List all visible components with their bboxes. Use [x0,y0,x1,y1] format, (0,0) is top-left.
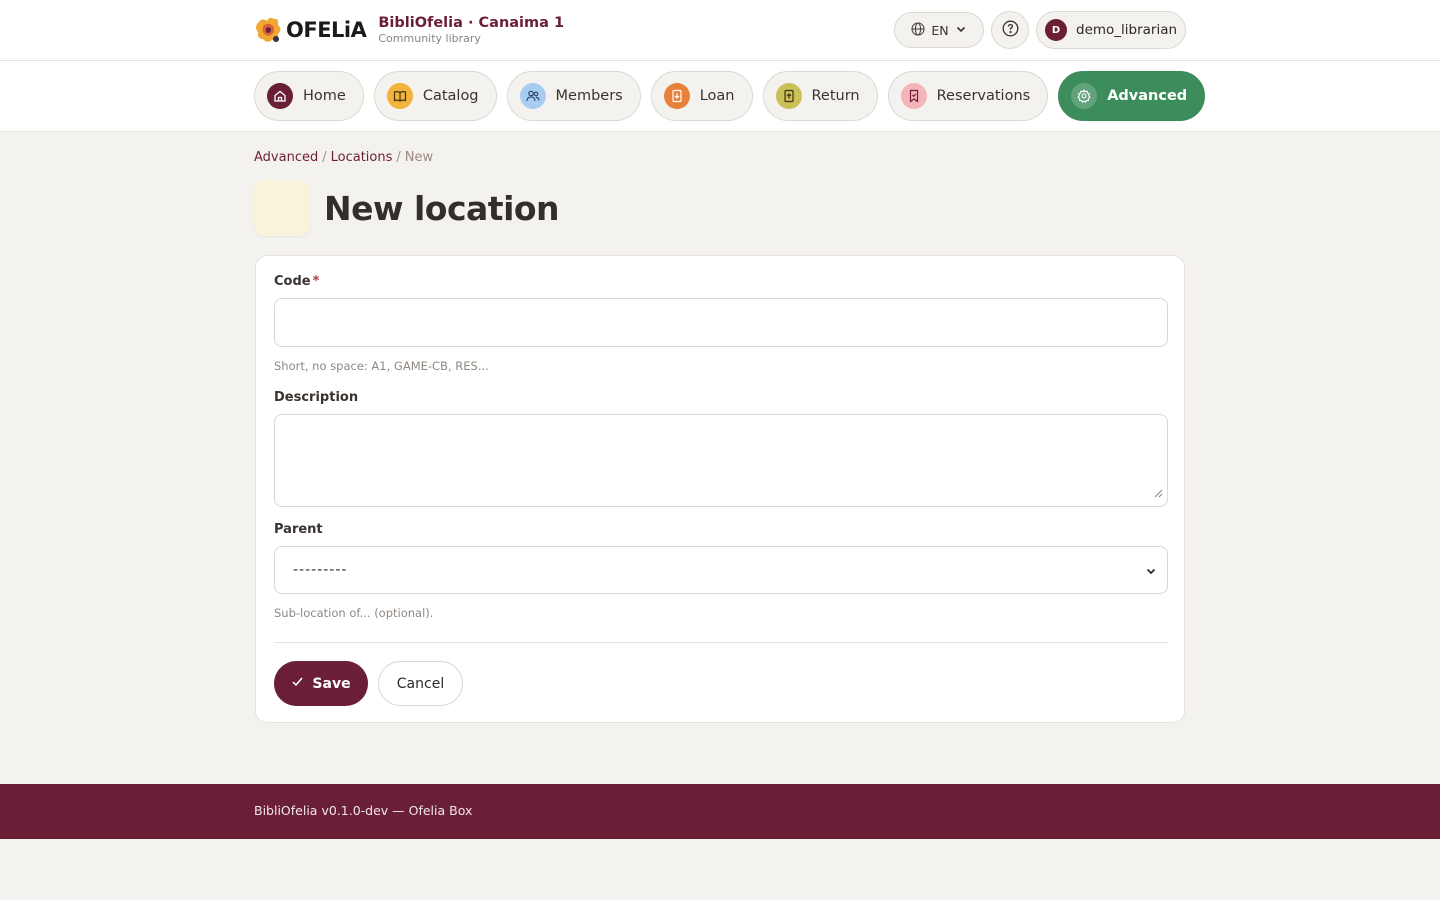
language-code: EN [931,22,949,38]
code-help-text: Short, no space: A1, GAME-CB, RES... [274,359,489,373]
brand[interactable]: OFELiA BibliOfelia · Canaima 1 Community… [254,14,564,45]
chevron-down-icon [955,23,967,38]
nav-label-advanced: Advanced [1107,88,1188,104]
home-icon [267,83,293,109]
breadcrumb-link-advanced[interactable]: Advanced [254,150,318,165]
footer-text: BibliOfelia v0.1.0-dev — Ofelia Box [254,803,473,818]
nav-item-return[interactable]: Return [762,71,878,121]
book-icon [386,83,413,109]
code-label-text: Code [274,274,311,289]
page-header: New location [254,180,560,236]
language-selector[interactable]: EN [894,12,984,48]
parent-label: Parent [274,522,323,537]
cancel-label: Cancel [396,675,445,692]
required-marker: * [312,274,320,289]
bookmark-icon [900,83,927,109]
nav-item-home[interactable]: Home [254,71,364,121]
nav-label-loan: Loan [699,88,735,104]
save-label: Save [312,675,351,692]
gear-icon [1071,83,1098,109]
brand-subtitle: Community library [378,32,481,45]
cancel-button[interactable]: Cancel [378,661,463,706]
brand-title: BibliOfelia · Canaima 1 [378,15,565,31]
breadcrumb-separator: / [396,150,401,165]
nav-item-loan[interactable]: Loan [650,71,753,121]
nav-item-catalog[interactable]: Catalog [373,71,497,121]
form-divider [274,642,1168,643]
code-input[interactable] [274,298,1168,347]
code-label: Code * [274,274,319,289]
users-icon [519,83,546,109]
nav-item-advanced[interactable]: Advanced [1058,71,1206,121]
brand-text: BibliOfelia · Canaima 1 Community librar… [378,14,564,45]
check-icon [291,675,304,692]
help-button[interactable] [991,11,1029,49]
breadcrumb-link-locations[interactable]: Locations [331,150,393,165]
breadcrumb: Advanced / Locations / New [254,150,433,165]
main-nav: Home Catalog Members Loan Return Reserva… [0,61,1440,132]
chevron-down-icon [1145,565,1157,581]
nav-label-catalog: Catalog [422,88,479,104]
nav-items: Home Catalog Members Loan Return Reserva… [254,71,1206,121]
page-icon [254,180,310,236]
help-icon [1002,20,1019,41]
location-form: Code * Short, no space: A1, GAME-CB, RES.… [255,255,1185,723]
resize-handle-icon[interactable] [1154,483,1163,502]
user-menu-button[interactable]: D demo_librarian [1036,11,1186,49]
nav-label-return: Return [811,88,860,104]
save-button[interactable]: Save [274,661,368,706]
breadcrumb-separator: / [322,150,327,165]
footer: BibliOfelia v0.1.0-dev — Ofelia Box [0,784,1440,839]
loan-icon [663,83,690,109]
description-textarea[interactable] [274,414,1168,507]
parent-selected-value: --------- [293,562,348,578]
page-title: New location [324,188,560,228]
return-icon [775,83,802,109]
parent-select[interactable]: --------- [274,546,1168,594]
parent-help-text: Sub-location of... (optional). [274,606,434,620]
description-label: Description [274,390,359,405]
nav-item-members[interactable]: Members [506,71,641,121]
nav-label-home: Home [303,88,346,104]
logo-wordmark: OFELiA [286,17,367,42]
nav-label-members: Members [555,88,623,104]
ofelia-logo-icon [254,15,284,45]
avatar: D [1045,19,1067,41]
top-header: OFELiA BibliOfelia · Canaima 1 Community… [0,0,1440,61]
globe-icon [911,21,925,39]
breadcrumb-current: New [404,150,434,165]
nav-item-reservations[interactable]: Reservations [887,71,1049,121]
nav-label-reservations: Reservations [936,88,1031,104]
header-actions: EN D demo_librarian [894,11,1186,49]
username: demo_librarian [1076,22,1178,38]
